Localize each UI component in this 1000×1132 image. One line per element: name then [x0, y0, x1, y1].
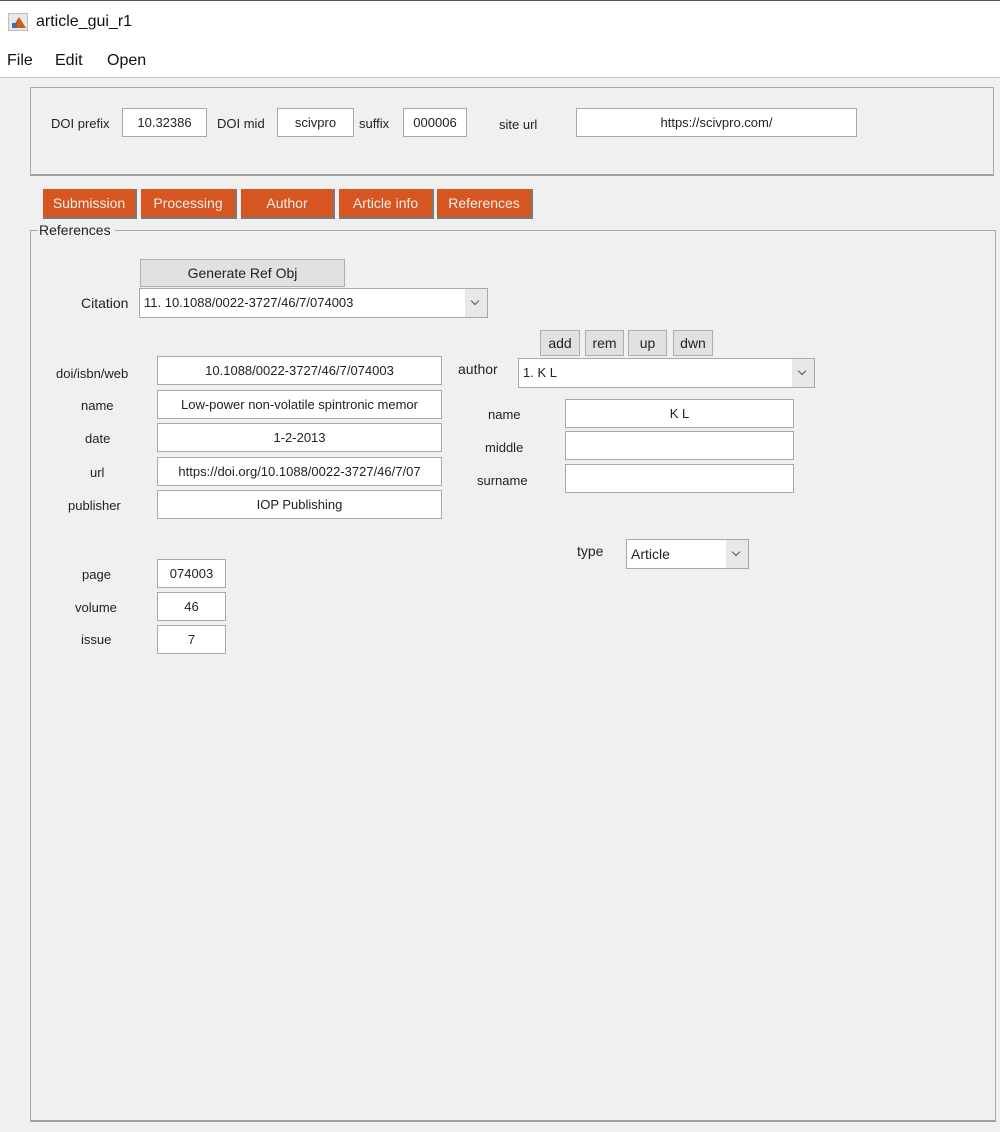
menu-edit[interactable]: Edit [55, 52, 83, 70]
site-url-label: site url [499, 117, 538, 132]
citation-select[interactable]: 11. 10.1088/0022-3727/46/7/074003 [139, 288, 488, 318]
type-value: Article [631, 546, 670, 562]
site-url-input[interactable]: https://scivpro.com/ [576, 108, 857, 137]
title-bar: article_gui_r1 [0, 0, 1000, 46]
references-group-title: References [38, 222, 115, 238]
date-label: date [85, 431, 111, 446]
author-middle-input[interactable] [565, 431, 794, 460]
window-title: article_gui_r1 [36, 13, 133, 30]
matlab-icon [8, 13, 28, 31]
author-add-button[interactable]: add [540, 330, 580, 356]
page-label: page [82, 567, 111, 582]
author-name-input[interactable]: K L [565, 399, 794, 428]
citation-value: 11. 10.1088/0022-3727/46/7/074003 [144, 295, 354, 310]
volume-label: volume [75, 600, 117, 615]
chevron-down-icon[interactable] [792, 359, 814, 387]
doi-isbn-web-input[interactable]: 10.1088/0022-3727/46/7/074003 [157, 356, 442, 385]
author-select[interactable]: 1. K L [518, 358, 815, 388]
doi-isbn-web-label: doi/isbn/web [56, 366, 129, 381]
author-up-button[interactable]: up [628, 330, 667, 356]
tab-submission[interactable]: Submission [43, 189, 137, 219]
author-remove-button[interactable]: rem [585, 330, 624, 356]
page-input[interactable]: 074003 [157, 559, 226, 588]
doi-mid-label: DOI mid [217, 116, 265, 131]
publisher-label: publisher [68, 498, 121, 513]
doi-mid-input[interactable]: scivpro [277, 108, 354, 137]
type-label: type [577, 543, 604, 559]
issue-input[interactable]: 7 [157, 625, 226, 654]
tab-references[interactable]: References [437, 189, 533, 219]
doi-suffix-input[interactable]: 000006 [403, 108, 467, 137]
author-label: author [458, 361, 498, 377]
menu-file[interactable]: File [7, 52, 33, 70]
issue-label: issue [81, 632, 112, 647]
menu-open[interactable]: Open [107, 52, 146, 70]
volume-input[interactable]: 46 [157, 592, 226, 621]
citation-label: Citation [81, 295, 129, 311]
generate-ref-obj-button[interactable]: Generate Ref Obj [140, 259, 345, 287]
ref-name-label: name [81, 398, 114, 413]
url-label: url [90, 465, 105, 480]
tab-processing[interactable]: Processing [141, 189, 237, 219]
type-select[interactable]: Article [626, 539, 749, 569]
chevron-down-icon[interactable] [726, 540, 748, 568]
url-input[interactable]: https://doi.org/10.1088/0022-3727/46/7/0… [157, 457, 442, 486]
author-value: 1. K L [523, 365, 557, 380]
tab-article-info[interactable]: Article info [339, 189, 434, 219]
doi-suffix-label: suffix [359, 116, 390, 131]
author-down-button[interactable]: dwn [673, 330, 713, 356]
doi-prefix-input[interactable]: 10.32386 [122, 108, 207, 137]
menu-bar: File Edit Open [0, 46, 1000, 78]
doi-prefix-label: DOI prefix [51, 116, 110, 131]
author-surname-input[interactable] [565, 464, 794, 493]
author-middle-label: middle [485, 440, 524, 455]
author-name-label: name [488, 407, 521, 422]
chevron-down-icon[interactable] [465, 289, 487, 317]
tab-author[interactable]: Author [241, 189, 335, 219]
publisher-input[interactable]: IOP Publishing [157, 490, 442, 519]
date-input[interactable]: 1-2-2013 [157, 423, 442, 452]
ref-name-input[interactable]: Low-power non-volatile spintronic memor [157, 390, 442, 419]
author-surname-label: surname [477, 473, 528, 488]
